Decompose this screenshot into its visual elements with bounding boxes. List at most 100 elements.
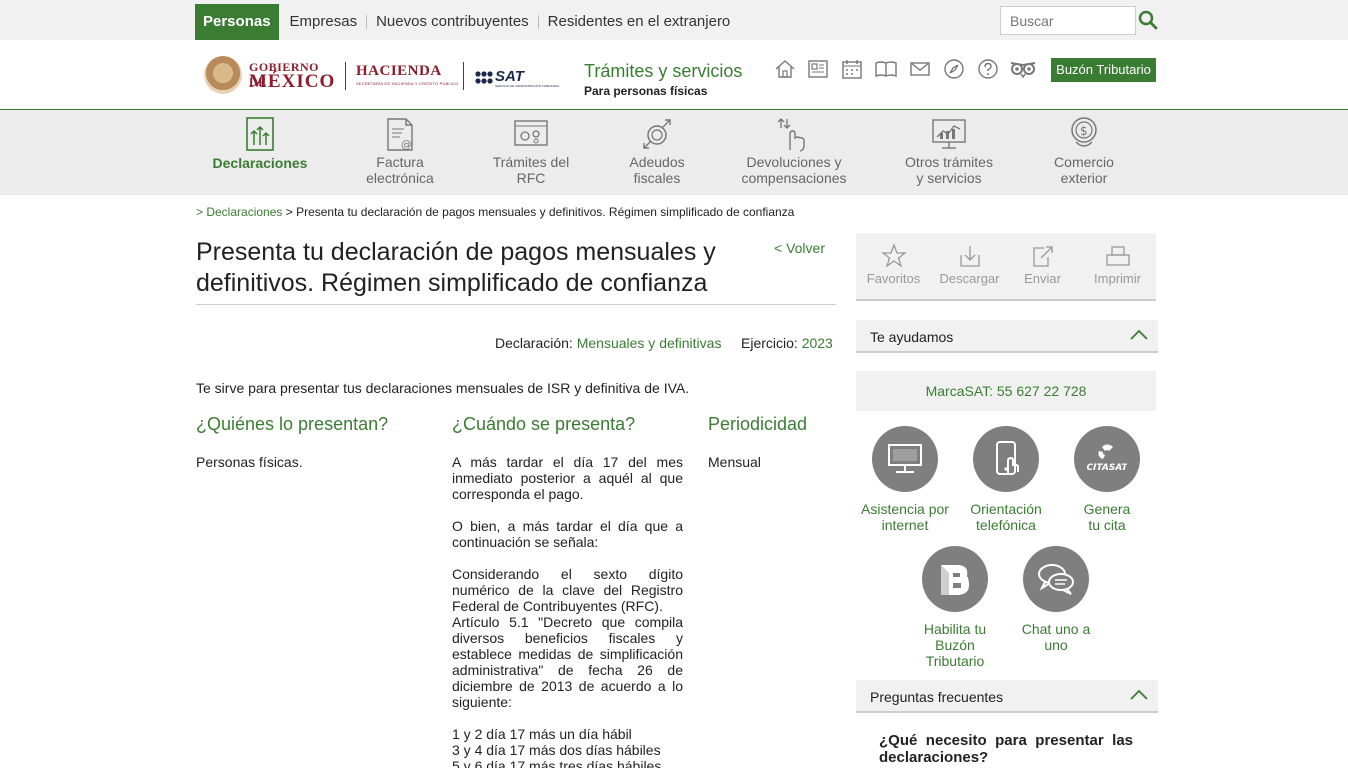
home-icon[interactable] [774,58,796,80]
buzon-icon [922,546,988,612]
help-label: Genera [1083,501,1131,517]
chat-uno-a-uno-link[interactable]: Chat uno a uno [1006,546,1106,653]
cuando-list-item: 1 y 2 día 17 más un día hábil [452,726,632,742]
cuando-list-item: 5 y 6 día 17 más tres días hábiles [452,758,662,768]
nav-residentes-extranjero[interactable]: Residentes en el extranjero [539,4,740,40]
citasat-icon: CITASAT [1074,426,1140,492]
cuando-paragraph: Artículo 5.1 "Decreto que compila divers… [452,614,683,710]
print-icon [1105,246,1130,266]
sat-logo[interactable]: SAT SERVICIO DE ADMINISTRACIÓN TRIBUTARI… [475,68,565,90]
calendar-icon[interactable] [841,58,863,80]
chevron-up-icon[interactable] [1130,689,1148,701]
asistencia-internet-link[interactable]: Asistencia por internet [855,426,955,533]
cuando-heading: ¿Cuándo se presenta? [452,414,636,434]
breadcrumb-prefix: > [196,205,207,219]
intro-text: Te sirve para presentar tus declaracione… [196,380,690,396]
gobierno-mexico-logo[interactable]: GOBIERNO DE MÉXICO [204,54,339,96]
help-label: Asistencia por [861,501,949,517]
logo-text-sat-sub: SERVICIO DE ADMINISTRACIÓN TRIBUTARIA [495,84,560,88]
owl-icon[interactable] [1010,58,1036,80]
buzon-tributario-button[interactable]: Buzón Tributario [1051,58,1156,82]
comercio-icon: $ [1071,117,1097,147]
help-label: Habilita tu [923,621,987,637]
declaration-value: Mensuales y definitivas [576,335,722,351]
category-label: Adeudos fiscales [629,154,685,186]
descargar-label: Descargar [939,271,1000,286]
enviar-label: Enviar [1024,271,1061,286]
category-label: Otros trámites y servicios [905,154,993,186]
devoluciones-icon [777,118,805,152]
mail-icon[interactable] [909,58,931,80]
logo-text-sat: SAT [495,68,524,85]
imprimir-label: Imprimir [1094,271,1141,286]
preguntas-frecuentes-title: Preguntas frecuentes [870,689,1004,705]
nav-personas[interactable]: Personas [195,4,279,40]
star-icon [880,243,907,268]
category-label: Comercio exterior [1054,154,1114,186]
category-label: Factura electrónica [366,154,434,186]
news-icon[interactable] [807,58,829,80]
periodicidad-text: Mensual [708,454,761,470]
chevron-up-icon[interactable] [1130,329,1148,341]
svg-text:@: @ [401,138,412,151]
nav-nuevos-contribuyentes[interactable]: Nuevos contribuyentes [367,4,538,40]
quienes-text: Personas físicas. [196,454,303,470]
te-ayudamos-title: Te ayudamos [870,329,954,345]
logo-text-mexico: MÉXICO [249,71,336,92]
descargar-button[interactable]: Descargar [932,243,1007,286]
orientacion-telefonica-link[interactable]: Orientación telefónica [956,426,1056,533]
phone-icon [973,426,1039,492]
declaration-label: Declaración: [495,335,573,351]
svg-text:CITASAT: CITASAT [1087,463,1127,473]
habilita-buzon-link[interactable]: Habilita tu Buzón Tributario [905,546,1005,669]
category-label: Devoluciones y compensaciones [741,154,847,186]
category-label: Trámites del RFC [492,154,570,186]
ejercicio: Ejercicio: 2023 [741,335,833,351]
ejercicio-value: 2023 [801,335,833,351]
te-ayudamos-header[interactable]: Te ayudamos [856,320,1158,353]
declaraciones-icon [246,117,274,151]
genera-cita-link[interactable]: CITASAT Genera tu cita [1057,426,1157,533]
preguntas-frecuentes-header[interactable]: Preguntas frecuentes [856,680,1158,713]
breadcrumb-link-declaraciones[interactable]: Declaraciones [206,205,282,219]
rfc-icon [514,120,548,146]
site-title[interactable]: Trámites y servicios [584,61,742,82]
compass-icon[interactable] [943,58,965,80]
help-label: internet [881,517,929,533]
help-label: uno [1044,637,1068,653]
chat-icon [1023,546,1089,612]
coat-of-arms-icon [204,56,242,94]
cuando-list-item: 3 y 4 día 17 más dos días hábiles [452,742,661,758]
breadcrumb: > Declaraciones > Presenta tu declaració… [196,205,794,219]
computer-icon [872,426,938,492]
otros-icon [932,119,966,149]
breadcrumb-current: Presenta tu declaración de pagos mensual… [296,205,795,219]
quienes-heading: ¿Quiénes lo presentan? [196,414,389,434]
cuando-text: A más tardar el día 17 del mes inmediato… [452,454,683,768]
logo-divider [463,62,464,90]
help-label: Buzón Tributario [925,637,985,669]
logo-text-hacienda: HACIENDA [356,63,442,79]
logo-text-hacienda-sub: SECRETARÍA DE HACIENDA Y CRÉDITO PÚBLICO [356,81,459,86]
search-input[interactable] [1000,6,1136,35]
action-toolbar: Favoritos Descargar Enviar Imprimir [856,233,1156,301]
svg-text:$: $ [1080,124,1088,138]
ejercicio-label: Ejercicio: [741,335,798,351]
factura-icon: @ [387,118,413,151]
help-icon[interactable] [977,58,999,80]
favoritos-button[interactable]: Favoritos [856,243,931,286]
search-icon[interactable] [1138,10,1158,30]
marcasat-phone[interactable]: MarcaSAT: 55 627 22 728 [856,371,1156,411]
enviar-button[interactable]: Enviar [1005,243,1080,286]
share-icon [1032,246,1053,267]
nav-empresas[interactable]: Empresas [281,4,367,40]
faq-question[interactable]: ¿Qué necesito para presentar las declara… [879,732,1133,766]
imprimir-button[interactable]: Imprimir [1080,243,1155,286]
title-divider [196,304,836,305]
help-label: Orientación [970,501,1042,517]
back-link[interactable]: < Volver [774,240,825,256]
book-icon[interactable] [875,58,897,80]
help-label: Chat uno a [1021,621,1091,637]
breadcrumb-separator: > [282,205,297,219]
hacienda-logo[interactable]: HACIENDA SECRETARÍA DE HACIENDA Y CRÉDIT… [356,63,459,86]
